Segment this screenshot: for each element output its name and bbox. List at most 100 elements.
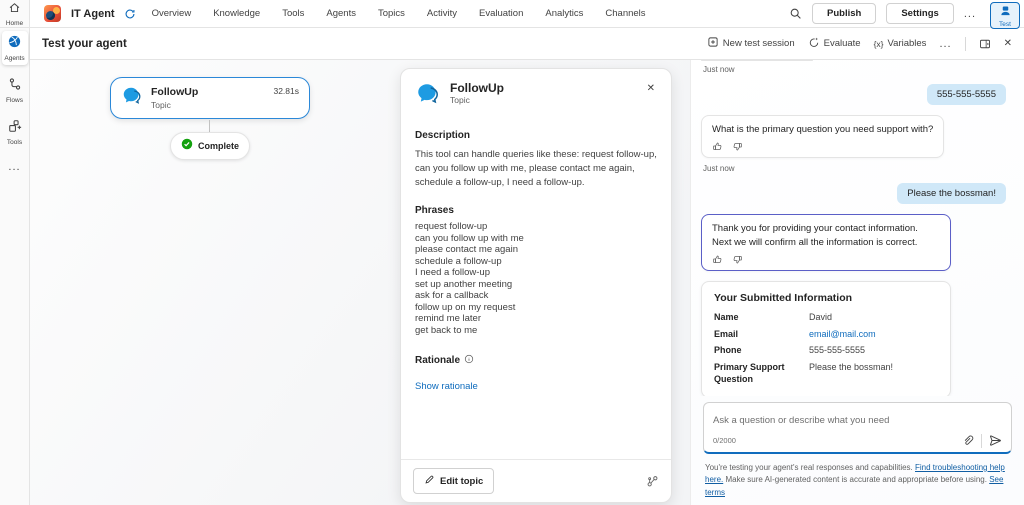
top-bar-content: IT Agent Overview Knowledge Tools Agents… — [30, 0, 1024, 27]
nav-topics[interactable]: Topics — [378, 8, 405, 19]
description-text: This tool can handle queries like these:… — [415, 148, 657, 189]
new-test-session-button[interactable]: New test session — [707, 36, 795, 51]
panel-title: FollowUp — [450, 81, 504, 95]
info-card-title: Your Submitted Information — [714, 292, 938, 304]
evaluate-button[interactable]: Evaluate — [808, 36, 861, 51]
page-header: Test your agent New test session Evaluat… — [30, 28, 1024, 60]
nav-tools[interactable]: Tools — [282, 8, 304, 19]
sidebar-item-agents[interactable]: Agents — [2, 31, 28, 65]
ai-disclaimer: You're testing your agent's real respons… — [691, 459, 1024, 505]
nav-evaluation[interactable]: Evaluation — [479, 8, 523, 19]
chat-input[interactable] — [713, 415, 1002, 426]
info-value-email-link[interactable]: email@mail.com — [809, 329, 938, 341]
search-icon[interactable] — [789, 7, 802, 20]
left-rail: Agents Flows Tools ... — [0, 28, 30, 505]
topic-node-followup[interactable]: FollowUp Topic 32.81s — [110, 77, 310, 119]
nav-activity[interactable]: Activity — [427, 8, 457, 19]
phrases-heading: Phrases — [415, 205, 657, 216]
primary-nav: Overview Knowledge Tools Agents Topics A… — [152, 8, 646, 19]
test-button[interactable]: Test — [990, 2, 1020, 29]
nav-overview[interactable]: Overview — [152, 8, 192, 19]
sidebar-item-more[interactable]: ... — [2, 158, 28, 176]
check-circle-icon — [181, 137, 193, 155]
status-badge[interactable]: Complete — [170, 132, 250, 160]
info-icon[interactable] — [464, 354, 474, 367]
thumbs-down-icon[interactable] — [732, 254, 743, 265]
pencil-icon — [424, 474, 435, 488]
nav-agents[interactable]: Agents — [326, 8, 356, 19]
toolbar-more-button[interactable]: ... — [939, 38, 951, 50]
topic-details-panel: FollowUp Topic ✕ Description This tool c… — [400, 68, 672, 503]
attachment-icon[interactable] — [962, 435, 974, 447]
phrase-item: ask for a callback — [415, 290, 657, 302]
phrase-item: can you follow up with me — [415, 233, 657, 245]
app-title: IT Agent — [71, 8, 115, 20]
phrase-item: request follow-up — [415, 221, 657, 233]
variables-button[interactable]: {x} Variables — [874, 38, 927, 49]
panel-subtitle: Topic — [450, 95, 504, 105]
chat-input-box[interactable]: 0/2000 — [703, 402, 1012, 454]
evaluate-icon — [808, 36, 820, 51]
phrase-item: follow up on my request — [415, 302, 657, 314]
node-duration: 32.81s — [273, 86, 299, 96]
close-pane-icon[interactable]: ✕ — [1004, 38, 1012, 49]
topic-canvas[interactable]: FollowUp Topic 32.81s Complete — [30, 60, 690, 505]
panel-body: Description This tool can handle queries… — [401, 116, 671, 459]
user-message: 555-555-5555 — [927, 84, 1006, 105]
timestamp: Just now — [703, 164, 1006, 173]
sidebar-item-tools[interactable]: Tools — [2, 116, 28, 149]
close-icon[interactable]: ✕ — [643, 81, 659, 96]
phrase-item: get back to me — [415, 325, 657, 337]
sync-icon[interactable] — [124, 8, 136, 20]
disclaimer-text: You're testing your agent's real respons… — [705, 463, 915, 472]
phrase-item: remind me later — [415, 313, 657, 325]
rationale-heading-label: Rationale — [415, 355, 460, 366]
evaluate-label: Evaluate — [824, 38, 861, 49]
sidebar-item-home[interactable]: Home — [0, 0, 30, 27]
nav-knowledge[interactable]: Knowledge — [213, 8, 260, 19]
char-counter: 0/2000 — [713, 436, 736, 445]
input-divider — [981, 434, 982, 448]
info-label: Phone — [714, 345, 809, 357]
node-title: FollowUp — [151, 86, 198, 99]
user-message: Please the bossman! — [897, 183, 1006, 204]
test-chat-panel: Just now 555-555-5555 What is the primar… — [690, 60, 1024, 505]
publish-button[interactable]: Publish — [812, 3, 876, 24]
send-icon[interactable] — [989, 434, 1002, 447]
bot-message-text: What is the primary question you need su… — [712, 123, 933, 136]
submitted-info-card: Your Submitted Information Name David Em… — [701, 281, 951, 396]
open-pane-icon[interactable] — [979, 38, 991, 50]
thumbs-up-icon[interactable] — [712, 141, 723, 152]
panel-footer: Edit topic — [401, 459, 671, 502]
chat-messages: Just now 555-555-5555 What is the primar… — [691, 60, 1024, 396]
info-label: Email — [714, 329, 809, 341]
thumbs-up-icon[interactable] — [712, 254, 723, 265]
top-bar: Home IT Agent Overview Knowledge Tools A… — [0, 0, 1024, 28]
agents-label: Agents — [4, 55, 24, 62]
settings-button[interactable]: Settings — [886, 3, 953, 24]
add-session-icon — [707, 36, 719, 51]
edit-topic-button[interactable]: Edit topic — [413, 468, 494, 494]
thumbs-down-icon[interactable] — [732, 141, 743, 152]
nav-channels[interactable]: Channels — [605, 8, 645, 19]
app-logo — [44, 5, 61, 22]
home-icon — [8, 1, 21, 19]
topic-bubble-icon — [415, 81, 441, 112]
home-label: Home — [6, 20, 23, 27]
rationale-heading: Rationale — [415, 354, 657, 367]
disclaimer-text: Make sure AI-generated content is accura… — [723, 475, 989, 484]
variables-label: Variables — [888, 38, 927, 49]
bot-message-highlighted[interactable]: Thank you for providing your contact inf… — [701, 214, 951, 271]
show-rationale-link[interactable]: Show rationale — [415, 381, 478, 392]
info-value: 555-555-5555 — [809, 345, 938, 357]
nav-analytics[interactable]: Analytics — [545, 8, 583, 19]
description-heading: Description — [415, 130, 657, 141]
top-more-button[interactable]: ... — [964, 8, 976, 20]
sidebar-item-flows[interactable]: Flows — [2, 74, 28, 107]
phrase-item: set up another meeting — [415, 279, 657, 291]
topic-bubble-icon — [121, 85, 143, 112]
timestamp: Just now — [703, 65, 1006, 74]
connector-icon[interactable] — [646, 475, 659, 488]
toolbar-divider — [965, 37, 966, 51]
phrase-item: I need a follow-up — [415, 267, 657, 279]
